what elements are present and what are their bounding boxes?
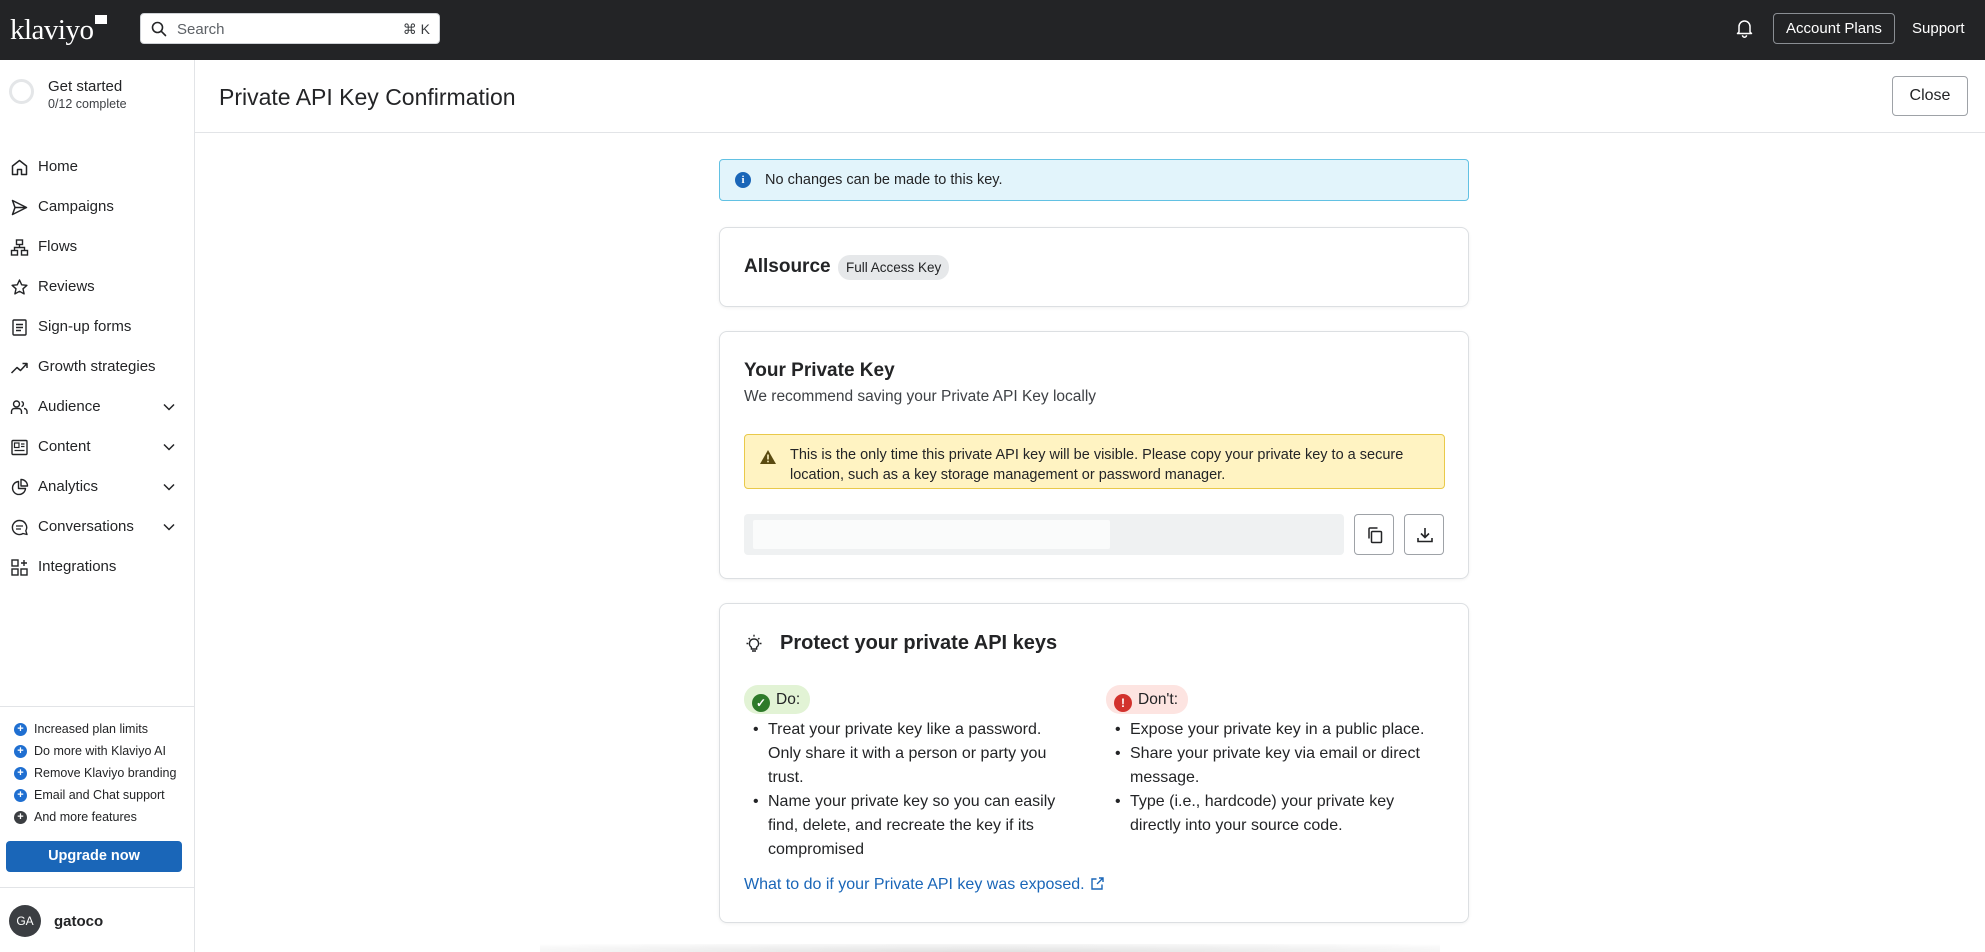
sidebar-item-analytics[interactable]: Analytics <box>0 469 194 505</box>
sidebar-item-label: Campaigns <box>38 198 114 215</box>
sidebar-item-label: Flows <box>38 238 78 255</box>
protect-keys-card: Protect your private API keys ✓ Do: ! Don'… <box>719 603 1469 923</box>
access-badge: Full Access Key <box>838 255 950 280</box>
audience-icon <box>10 400 28 414</box>
info-banner: i No changes can be made to this key. <box>719 159 1469 201</box>
download-icon <box>1417 528 1433 543</box>
plus-icon: + <box>14 789 27 802</box>
account-plans-button[interactable]: Account Plans <box>1773 13 1895 44</box>
account-name[interactable]: gatoco <box>54 913 103 930</box>
chevron-down-icon <box>163 403 175 411</box>
send-icon <box>11 199 28 216</box>
trend-icon <box>10 362 28 374</box>
upgrade-now-button[interactable]: Upgrade now <box>6 841 182 872</box>
private-key-field[interactable] <box>744 514 1344 555</box>
warning-banner: This is the only time this private API k… <box>744 434 1445 489</box>
warning-icon <box>760 450 776 464</box>
list-item: Treat your private key like a password. … <box>744 718 1064 790</box>
key-exposed-help-link[interactable]: What to do if your Private API key was e… <box>744 876 1105 894</box>
get-started-progress: 0/12 complete <box>48 97 127 111</box>
dont-label: ! Don't: <box>1106 685 1189 714</box>
search-input[interactable]: Search ⌘ K <box>140 13 440 44</box>
sidebar-item-label: Content <box>38 438 91 455</box>
chevron-down-icon <box>163 483 175 491</box>
sidebar-item-label: Analytics <box>38 478 99 495</box>
star-icon <box>11 279 28 295</box>
plus-icon: + <box>14 767 27 780</box>
sidebar-item-label: Audience <box>38 398 101 415</box>
list-item: Name your private key so you can easily … <box>744 790 1064 862</box>
do-label: ✓ Do: <box>744 685 811 714</box>
sidebar-item-label: Growth strategies <box>38 358 156 375</box>
sidebar-item-integrations[interactable]: Integrations <box>0 549 194 585</box>
private-key-card: Your Private Key We recommend saving you… <box>719 331 1469 579</box>
sidebar-item-label: Reviews <box>38 278 95 295</box>
search-shortcut: ⌘ K <box>402 21 430 37</box>
chevron-down-icon <box>163 523 175 531</box>
sidebar-item-flows[interactable]: Flows <box>0 229 194 265</box>
sidebar-divider <box>0 887 194 888</box>
sidebar-item-campaigns[interactable]: Campaigns <box>0 189 194 225</box>
private-key-title: Your Private Key <box>744 360 895 381</box>
scroll-shadow <box>540 944 1440 952</box>
sidebar-item-content[interactable]: Content <box>0 429 194 465</box>
plus-icon: + <box>14 745 27 758</box>
key-name: Allsource <box>744 256 831 277</box>
list-item: Share your private key via email or dire… <box>1106 742 1446 790</box>
check-icon: ✓ <box>752 694 770 712</box>
sidebar-item-label: Sign-up forms <box>38 318 132 335</box>
page-title: Private API Key Confirmation <box>219 84 516 110</box>
key-name-card: Allsource Full Access Key <box>719 227 1469 307</box>
flows-icon <box>10 239 29 256</box>
dont-list: Expose your private key in a public plac… <box>1106 718 1446 838</box>
lightbulb-icon <box>746 634 762 652</box>
sidebar-divider <box>0 706 194 707</box>
info-icon: i <box>735 172 751 188</box>
sidebar: Get started 0/12 complete Home Campaigns… <box>0 60 195 952</box>
list-item: Type (i.e., hardcode) your private key d… <box>1106 790 1446 838</box>
search-icon <box>151 21 167 37</box>
sidebar-item-reviews[interactable]: Reviews <box>0 269 194 305</box>
sidebar-item-growth-strategies[interactable]: Growth strategies <box>0 349 194 385</box>
sidebar-item-home[interactable]: Home <box>0 149 194 185</box>
copy-key-button[interactable] <box>1354 514 1394 555</box>
plus-icon: + <box>14 811 27 824</box>
get-started-title: Get started <box>48 78 123 95</box>
content-icon <box>11 439 28 456</box>
form-icon <box>12 319 27 336</box>
sidebar-item-conversations[interactable]: Conversations <box>0 509 194 545</box>
sidebar-item-label: Home <box>38 158 79 175</box>
progress-ring-icon <box>9 79 34 104</box>
download-key-button[interactable] <box>1404 514 1444 555</box>
sidebar-item-label: Conversations <box>38 518 134 535</box>
logo-flag-icon <box>95 15 107 24</box>
private-key-subtitle: We recommend saving your Private API Key… <box>744 388 1097 405</box>
external-link-icon <box>1090 877 1104 890</box>
info-banner-text: No changes can be made to this key. <box>765 172 1003 188</box>
avatar[interactable]: GA <box>9 905 41 937</box>
klaviyo-logo[interactable]: klaviyo <box>10 14 94 47</box>
private-key-value[interactable] <box>753 520 1110 549</box>
plus-icon: + <box>14 723 27 736</box>
sidebar-item-label: Integrations <box>38 558 117 575</box>
list-item: Expose your private key in a public plac… <box>1106 718 1446 742</box>
analytics-icon <box>11 478 29 496</box>
warning-text: This is the only time this private API k… <box>790 447 1404 483</box>
chat-icon <box>11 519 28 536</box>
integrations-icon <box>11 559 28 576</box>
sidebar-item-audience[interactable]: Audience <box>0 389 194 425</box>
close-button[interactable]: Close <box>1892 76 1968 116</box>
search-placeholder: Search <box>177 21 225 38</box>
copy-icon <box>1368 527 1383 544</box>
top-bar: klaviyo Search ⌘ K Account Plans Support <box>0 0 1985 60</box>
chevron-down-icon <box>163 443 175 451</box>
protect-title: Protect your private API keys <box>780 632 1058 654</box>
bell-icon[interactable] <box>1735 18 1754 38</box>
sidebar-item-sign-up-forms[interactable]: Sign-up forms <box>0 309 194 345</box>
page-header: Private API Key Confirmation Close <box>195 60 1985 133</box>
home-icon <box>11 159 28 176</box>
alert-icon: ! <box>1114 694 1132 712</box>
do-list: Treat your private key like a password. … <box>744 718 1064 862</box>
support-link[interactable]: Support <box>1912 20 1965 37</box>
